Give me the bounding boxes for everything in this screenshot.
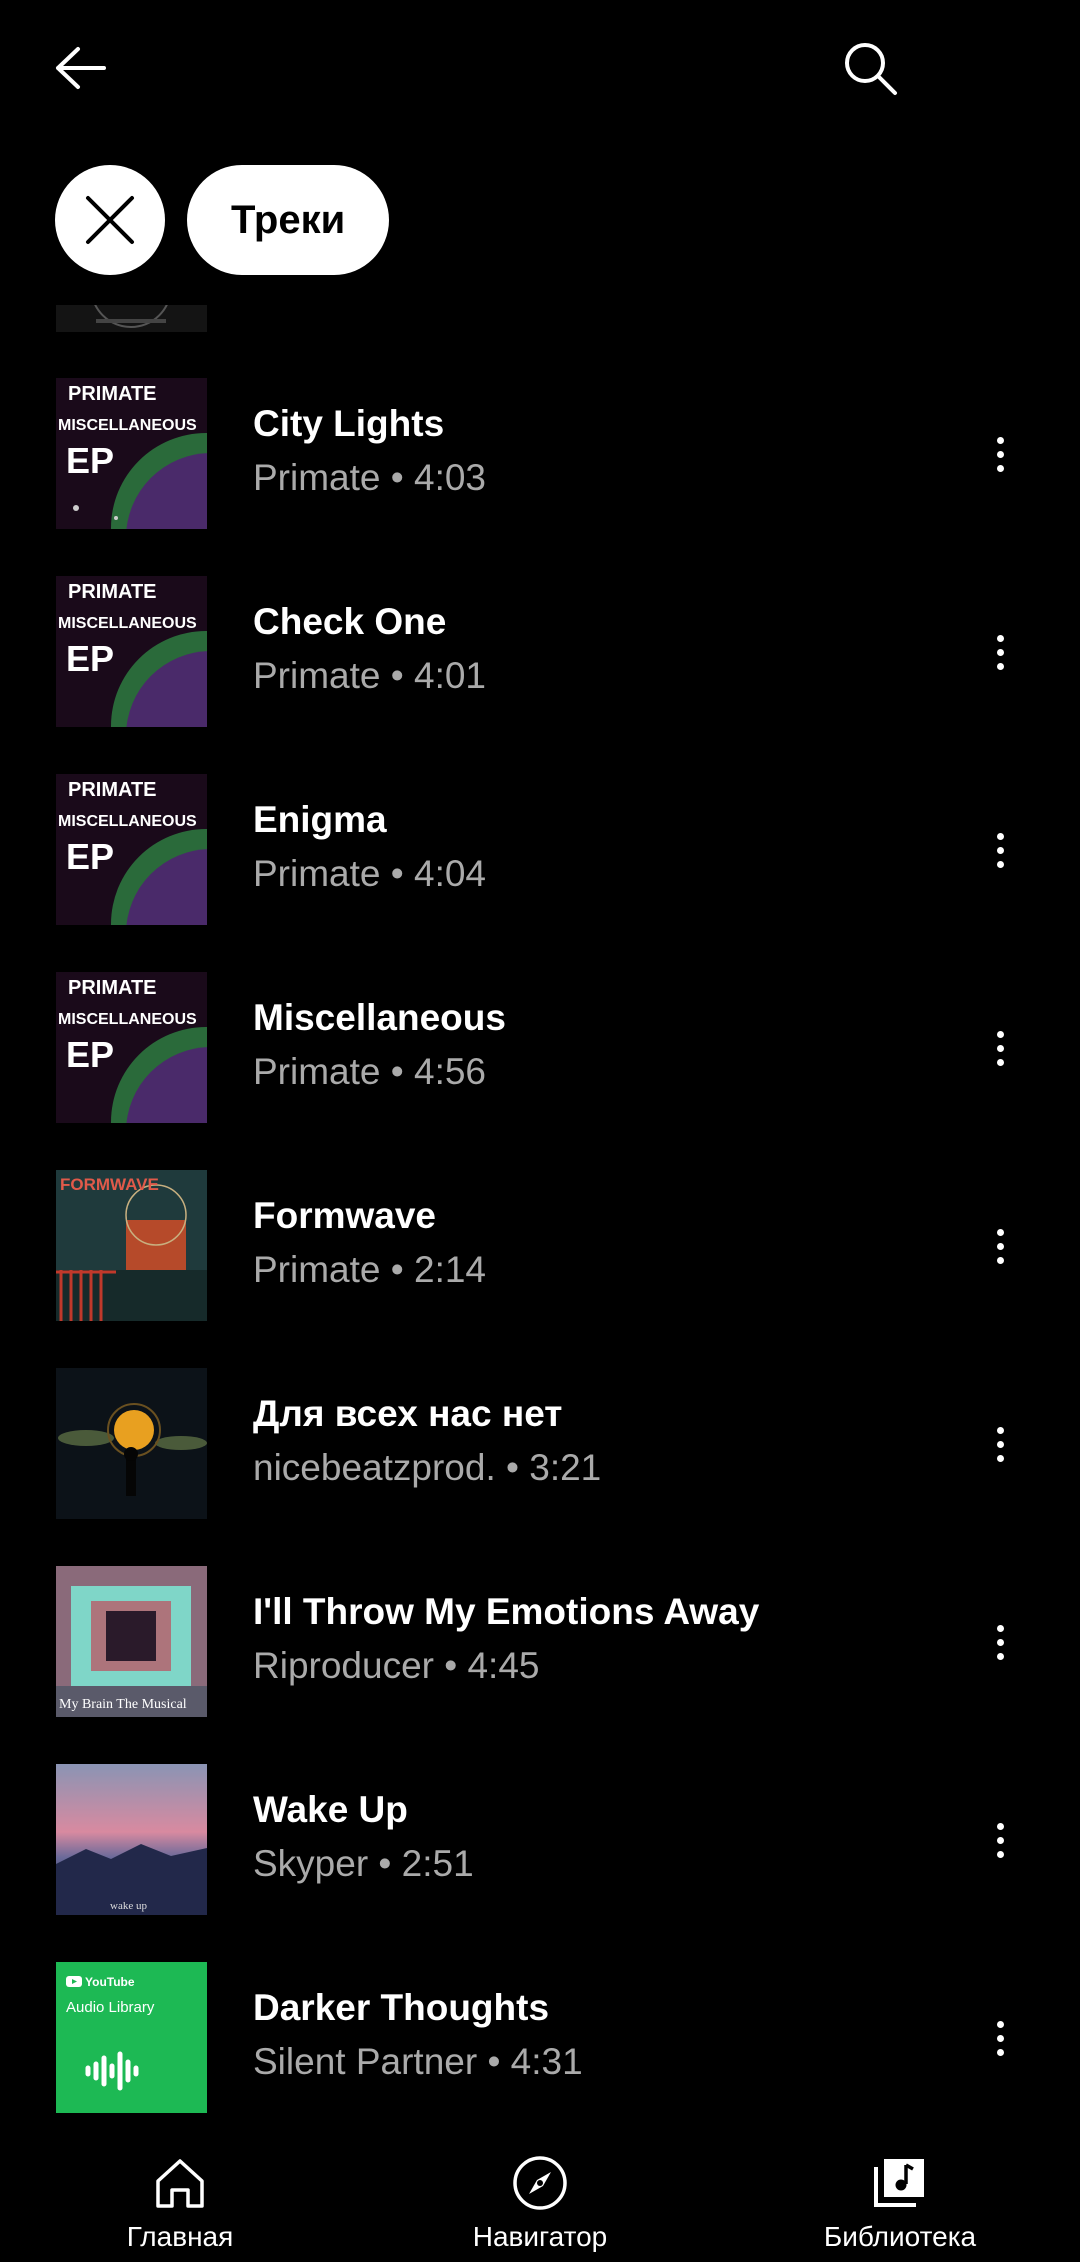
album-art xyxy=(56,305,207,332)
more-vert-icon xyxy=(996,1624,1004,1632)
track-subtitle: Riproducer • 4:45 xyxy=(253,1645,540,1686)
thumb-text: MISCELLANEOUS xyxy=(58,1011,197,1028)
thumb-text: My Brain The Musical xyxy=(59,1697,187,1712)
thumb-text: FORMWAVE xyxy=(60,1175,159,1194)
back-button[interactable] xyxy=(50,38,110,98)
track-subtitle: Primate • 4:01 xyxy=(253,655,487,696)
track-subtitle: nicebeatzprod. • 3:21 xyxy=(253,1447,602,1488)
track-title: Wake Up xyxy=(253,1789,408,1830)
more-options-button[interactable] xyxy=(975,1017,1025,1079)
clear-filter-button[interactable] xyxy=(55,165,165,275)
track-subtitle: Primate • 4:03 xyxy=(253,457,487,498)
nav-label: Главная xyxy=(126,2221,234,2252)
album-art: PRIMATE MISCELLANEOUS EP xyxy=(56,576,207,727)
album-art: PRIMATE MISCELLANEOUS EP xyxy=(56,972,207,1123)
nav-item-library[interactable]: Библиотека xyxy=(770,2125,1030,2262)
album-art: wake up xyxy=(56,1764,207,1915)
more-vert-icon xyxy=(996,1228,1004,1236)
close-icon xyxy=(86,196,134,244)
more-options-button[interactable] xyxy=(975,1809,1025,1871)
thumb-text: MISCELLANEOUS xyxy=(58,813,197,830)
top-app-bar xyxy=(0,0,1080,135)
more-vert-icon xyxy=(996,1822,1004,1830)
album-art xyxy=(56,1368,207,1519)
more-options-button[interactable] xyxy=(975,621,1025,683)
album-art: My Brain The Musical xyxy=(56,1566,207,1717)
thumb-text: PRIMATE xyxy=(68,581,157,603)
track-title: Formwave xyxy=(253,1195,437,1236)
track-title: Для всех нас нет xyxy=(253,1393,563,1434)
thumb-text: PRIMATE xyxy=(68,383,157,405)
album-art: PRIMATE MISCELLANEOUS EP xyxy=(56,378,207,529)
bottom-navigation: Главная Навигатор Библиотека xyxy=(0,2125,1080,2262)
track-list[interactable]: PRIMATE MISCELLANEOUS EP City Lights Pri… xyxy=(0,305,1080,2125)
thumb-text: wake up xyxy=(110,1900,147,1912)
track-row[interactable]: YouTube Audio Library Darker Thoughts Si… xyxy=(0,1921,1080,2119)
more-options-button[interactable] xyxy=(975,1215,1025,1277)
thumb-text: MISCELLANEOUS xyxy=(58,615,197,632)
arrow-left-icon xyxy=(56,47,106,89)
track-subtitle: Primate • 2:14 xyxy=(253,1249,487,1290)
more-options-button[interactable] xyxy=(975,423,1025,485)
track-subtitle: Primate • 4:56 xyxy=(253,1051,487,1092)
compass-icon xyxy=(513,2156,567,2210)
more-options-button[interactable] xyxy=(975,1413,1025,1475)
more-vert-icon xyxy=(996,634,1004,642)
search-icon xyxy=(845,43,897,95)
thumb-text: PRIMATE xyxy=(68,977,157,999)
nav-item-explore[interactable]: Навигатор xyxy=(410,2125,670,2262)
thumb-text: EP xyxy=(66,836,114,877)
thumb-text: EP xyxy=(66,638,114,679)
more-vert-icon xyxy=(996,2020,1004,2028)
track-row[interactable]: PRIMATE MISCELLANEOUS EP City Lights Pri… xyxy=(0,337,1080,535)
search-button[interactable] xyxy=(838,36,904,102)
list-item-partial xyxy=(0,305,1080,337)
nav-label: Библиотека xyxy=(823,2221,977,2252)
track-row[interactable]: PRIMATE MISCELLANEOUS EP Miscellaneous P… xyxy=(0,931,1080,1129)
track-row[interactable]: My Brain The Musical I'll Throw My Emoti… xyxy=(0,1525,1080,1723)
more-options-button[interactable] xyxy=(975,1611,1025,1673)
track-subtitle: Silent Partner • 4:31 xyxy=(253,2041,583,2082)
album-art: PRIMATE MISCELLANEOUS EP xyxy=(56,774,207,925)
album-art: FORMWAVE xyxy=(56,1170,207,1321)
thumb-text: PRIMATE xyxy=(68,779,157,801)
filter-chips: Треки xyxy=(55,165,390,275)
thumb-text: EP xyxy=(66,1034,114,1075)
track-subtitle: Primate • 4:04 xyxy=(253,853,487,894)
thumb-text: Audio Library xyxy=(66,1999,155,2016)
more-vert-icon xyxy=(996,1030,1004,1038)
track-subtitle: Skyper • 2:51 xyxy=(253,1843,474,1884)
track-title: City Lights xyxy=(253,403,445,444)
thumb-text: MISCELLANEOUS xyxy=(58,417,197,434)
more-vert-icon xyxy=(996,1426,1004,1434)
more-vert-icon xyxy=(996,436,1004,444)
album-art: YouTube Audio Library xyxy=(56,1962,207,2113)
track-title: Enigma xyxy=(253,799,387,840)
thumb-text: YouTube xyxy=(85,1975,135,1989)
track-row[interactable]: PRIMATE MISCELLANEOUS EP Check One Prima… xyxy=(0,535,1080,733)
track-row[interactable]: FORMWAVE Formwave Primate • 2:14 xyxy=(0,1129,1080,1327)
track-row[interactable]: wake up Wake Up Skyper • 2:51 xyxy=(0,1723,1080,1921)
track-row[interactable]: Для всех нас нет nicebeatzprod. • 3:21 xyxy=(0,1327,1080,1525)
home-icon xyxy=(156,2159,204,2208)
more-options-button[interactable] xyxy=(975,819,1025,881)
track-row[interactable]: PRIMATE MISCELLANEOUS EP Enigma Primate … xyxy=(0,733,1080,931)
track-title: Check One xyxy=(253,601,447,642)
more-options-button[interactable] xyxy=(975,2007,1025,2069)
thumb-text: EP xyxy=(66,440,114,481)
nav-label: Навигатор xyxy=(472,2221,608,2252)
nav-item-home[interactable]: Главная xyxy=(50,2125,310,2262)
library-icon xyxy=(874,2159,924,2207)
track-title: Miscellaneous xyxy=(253,997,506,1038)
track-title: Darker Thoughts xyxy=(253,1987,550,2028)
track-title: I'll Throw My Emotions Away xyxy=(253,1591,760,1632)
more-vert-icon xyxy=(996,832,1004,840)
chip-tracks[interactable]: Треки xyxy=(187,165,390,275)
